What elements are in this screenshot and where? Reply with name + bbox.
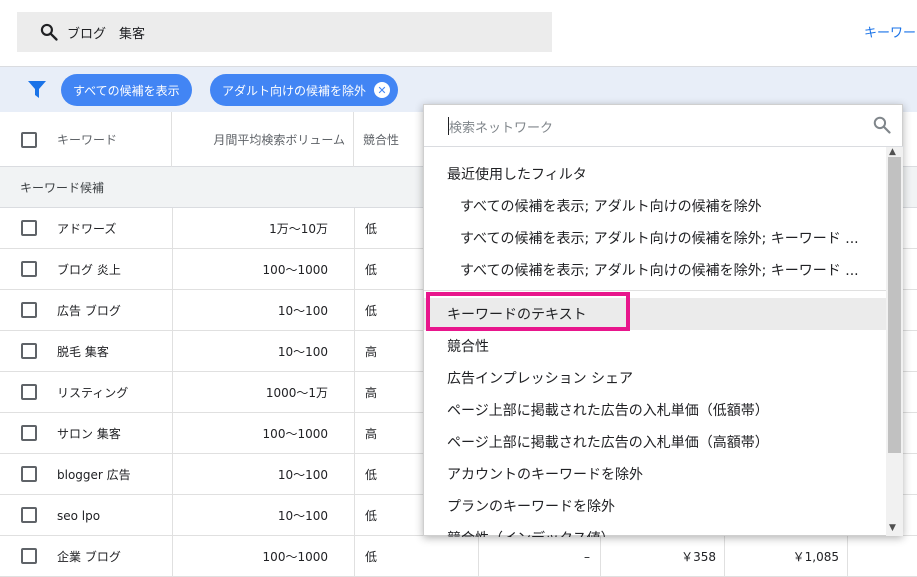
row-keyword: 広告 ブログ <box>57 304 121 318</box>
scroll-up-icon[interactable]: ▲ <box>889 147 896 157</box>
filter-options-list: 最近使用したフィルタ すべての候補を表示; アダルト向けの候補を除外 すべての候… <box>424 147 886 537</box>
keyword-link[interactable]: キーワー <box>864 22 916 41</box>
filter-option-impression-share[interactable]: 広告インプレッション シェア <box>424 362 886 394</box>
row-volume: 10～100 <box>172 331 344 372</box>
row-keyword: 企業 ブログ <box>57 550 121 564</box>
search-icon <box>40 23 58 41</box>
remove-filter-icon[interactable]: ✕ <box>374 82 391 98</box>
highlight-annotation <box>426 292 630 331</box>
row-checkbox[interactable] <box>21 302 37 318</box>
divider <box>424 290 886 291</box>
header-monthly-volume[interactable]: 月間平均検索ボリューム <box>172 112 354 167</box>
row-volume: 1000～1万 <box>172 372 344 413</box>
row-keyword: アドワーズ <box>57 222 117 236</box>
filter-search-field[interactable]: 検索ネットワーク <box>424 105 904 147</box>
row-keyword: seo lpo <box>57 508 101 523</box>
row-checkbox[interactable] <box>21 220 37 236</box>
row-bid-high: ￥1,085 <box>724 536 848 577</box>
row-checkbox[interactable] <box>21 548 37 564</box>
filter-chip-show-all[interactable]: すべての候補を表示 <box>61 74 192 106</box>
row-volume: 100～1000 <box>172 249 344 290</box>
filter-icon[interactable] <box>28 81 46 98</box>
row-volume: 1万～10万 <box>172 208 344 249</box>
search-icon <box>873 116 891 134</box>
row-checkbox[interactable] <box>21 425 37 441</box>
row-keyword: リスティング <box>57 386 129 400</box>
top-bar: ブログ 集客 キーワー <box>0 0 917 66</box>
row-volume: 10～100 <box>172 495 344 536</box>
select-all-checkbox[interactable] <box>21 112 37 167</box>
filter-option-competition-index[interactable]: 競合性（インデックス値） <box>424 522 886 537</box>
row-keyword: ブログ 炎上 <box>57 263 121 277</box>
keyword-search-box[interactable]: ブログ 集客 <box>17 12 552 52</box>
row-checkbox[interactable] <box>21 384 37 400</box>
recent-filter-option[interactable]: すべての候補を表示; アダルト向けの候補を除外; キーワード ... <box>424 254 886 286</box>
row-impression-share: – <box>478 536 600 577</box>
filter-option-competition[interactable]: 競合性 <box>424 330 886 362</box>
search-query[interactable]: ブログ 集客 <box>67 23 145 42</box>
scrollbar-thumb[interactable] <box>888 157 901 453</box>
row-competition: 低 <box>354 536 478 577</box>
filter-option-bid-low[interactable]: ページ上部に掲載された広告の入札単価（低額帯） <box>424 394 886 426</box>
row-keyword: サロン 集客 <box>57 427 121 441</box>
table-row: 企業 ブログ 100～1000 低 – ￥358 ￥1,085 <box>0 536 917 577</box>
recent-filter-option[interactable]: すべての候補を表示; アダルト向けの候補を除外 <box>424 190 886 222</box>
row-volume: 10～100 <box>172 290 344 331</box>
filter-option-exclude-plan-keywords[interactable]: プランのキーワードを除外 <box>424 490 886 522</box>
filter-chip-label: すべての候補を表示 <box>73 83 180 98</box>
filter-chip-label: アダルト向けの候補を除外 <box>222 83 367 98</box>
row-bid-low: ￥358 <box>600 536 724 577</box>
row-volume: 100～1000 <box>172 536 344 577</box>
recent-filter-option[interactable]: すべての候補を表示; アダルト向けの候補を除外; キーワード ... <box>424 222 886 254</box>
filter-search-placeholder: 検索ネットワーク <box>449 121 554 136</box>
row-checkbox[interactable] <box>21 343 37 359</box>
recent-filters-heading: 最近使用したフィルタ <box>447 167 587 183</box>
row-volume: 10～100 <box>172 454 344 495</box>
header-keyword[interactable]: キーワード <box>57 112 172 167</box>
filter-chip-exclude-adult[interactable]: アダルト向けの候補を除外 ✕ <box>210 74 399 106</box>
filter-option-exclude-account-keywords[interactable]: アカウントのキーワードを除外 <box>424 458 886 490</box>
row-checkbox[interactable] <box>21 261 37 277</box>
filter-option-bid-high[interactable]: ページ上部に掲載された広告の入札単価（高額帯） <box>424 426 886 458</box>
scroll-down-icon[interactable]: ▼ <box>889 523 896 533</box>
row-checkbox[interactable] <box>21 466 37 482</box>
row-checkbox[interactable] <box>21 507 37 523</box>
row-keyword: blogger 広告 <box>57 468 131 482</box>
header-competition[interactable]: 競合性 <box>363 112 423 167</box>
row-keyword: 脱毛 集客 <box>57 345 109 359</box>
row-volume: 100～1000 <box>172 413 344 454</box>
